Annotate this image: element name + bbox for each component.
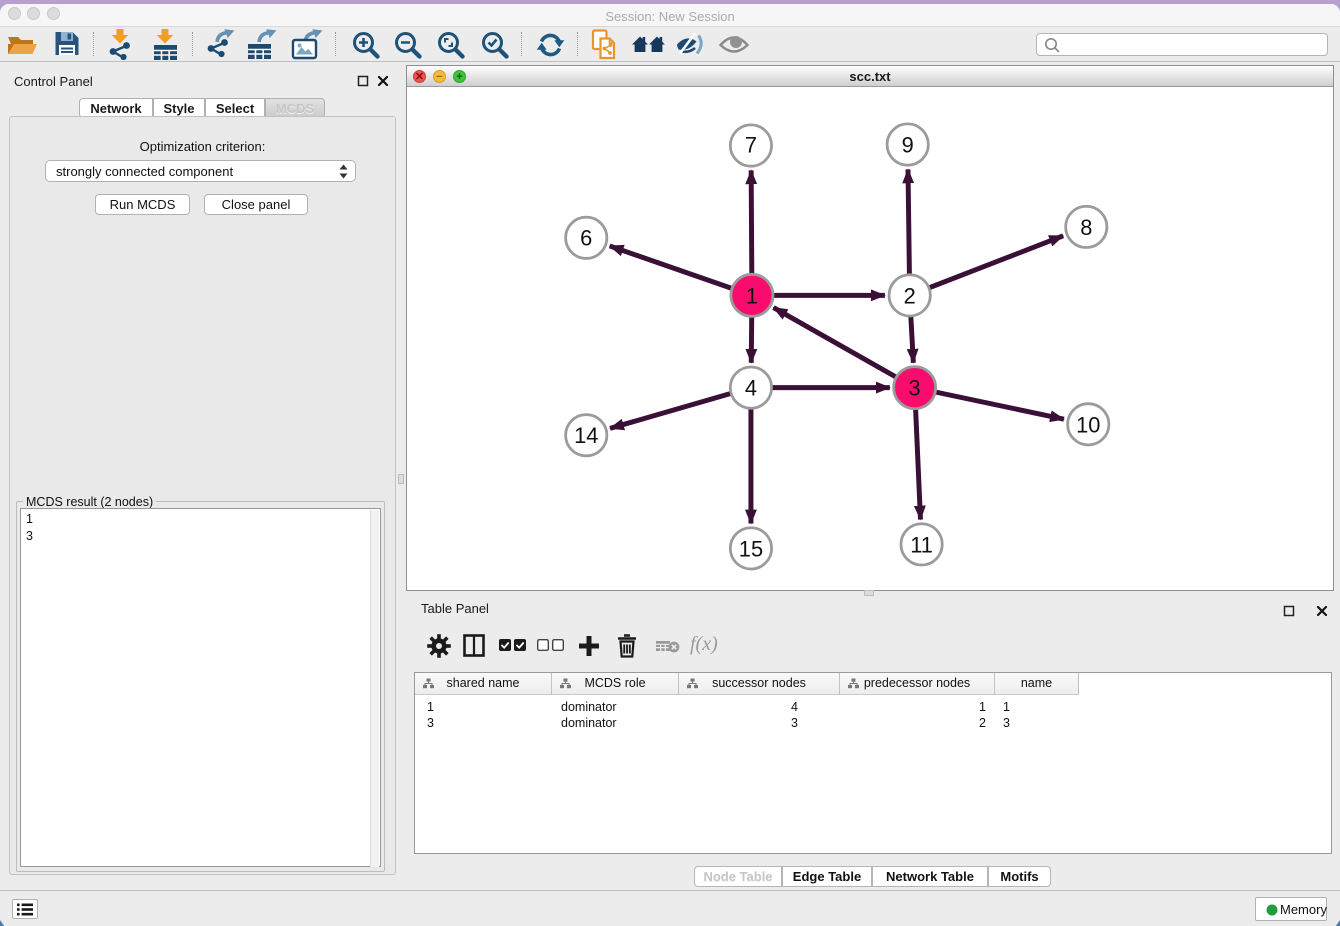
svg-text:15: 15: [739, 536, 763, 561]
svg-text:7: 7: [745, 132, 757, 157]
svg-text:1: 1: [746, 283, 758, 308]
svg-text:10: 10: [1076, 412, 1100, 437]
svg-text:4: 4: [745, 376, 757, 401]
svg-text:9: 9: [902, 132, 914, 157]
svg-text:11: 11: [910, 532, 933, 557]
svg-text:2: 2: [904, 283, 916, 308]
svg-text:6: 6: [580, 226, 592, 251]
svg-text:3: 3: [909, 376, 921, 401]
svg-text:8: 8: [1080, 215, 1092, 240]
svg-text:14: 14: [574, 423, 598, 448]
